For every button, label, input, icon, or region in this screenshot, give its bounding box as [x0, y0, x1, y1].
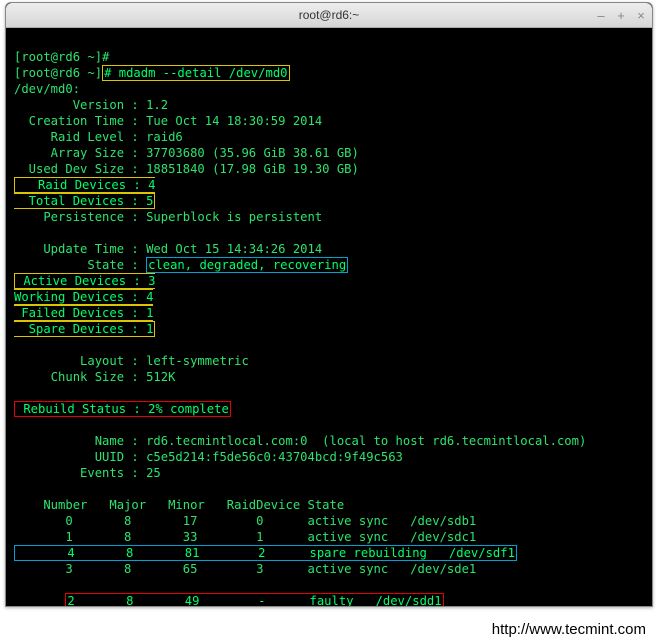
output-line: UUID : c5e5d214:f5de56c0:43704bcd:9f49c5…: [14, 450, 403, 464]
output-line: Persistence : Superblock is persistent: [14, 210, 322, 224]
output-line: Used Dev Size : 18851840 (17.98 GiB 19.3…: [14, 162, 359, 176]
output-line: Working Devices : 4: [14, 290, 153, 304]
output-line: State :: [14, 258, 146, 272]
output-line: Active Devices : 3: [16, 274, 155, 288]
output-line: Layout : left-symmetric: [14, 354, 249, 368]
table-row: 1 8 33 1 active sync /dev/sdc1: [14, 530, 476, 544]
output-line: Creation Time : Tue Oct 14 18:30:59 2014: [14, 114, 322, 128]
output-line: Update Time : Wed Oct 15 14:34:26 2014: [14, 242, 322, 256]
command-box: # mdadm --detail /dev/md0: [102, 65, 289, 81]
titlebar: root@rd6:~ – + ×: [6, 3, 652, 28]
output-line: Raid Devices : 4: [16, 178, 155, 192]
devices-count-box: Active Devices : 3 Working Devices : 4 F…: [14, 273, 155, 337]
output-line: Raid Level : raid6: [14, 130, 183, 144]
output-line: /dev/md0:: [14, 82, 80, 96]
output-line: Chunk Size : 512K: [14, 370, 175, 384]
prompt-line: [root@rd6 ~]#: [14, 50, 109, 64]
faulty-box: 2 8 49 - faulty /dev/sdd1: [65, 593, 443, 606]
terminal-window: root@rd6:~ – + × [root@rd6 ~]# [root@rd6…: [5, 2, 653, 607]
close-button[interactable]: ×: [634, 8, 648, 23]
output-line: Events : 25: [14, 466, 161, 480]
row-pad: [14, 594, 65, 606]
output-line: Failed Devices : 1: [14, 306, 153, 320]
window-title: root@rd6:~: [299, 8, 360, 22]
table-row: 4 8 81 2 spare rebuilding /dev/sdf1: [16, 546, 515, 560]
prompt-line: [root@rd6 ~]: [14, 66, 102, 80]
table-header: Number Major Minor RaidDevice State: [14, 498, 344, 512]
raid-devices-box: Raid Devices : 4 Total Devices : 5: [14, 177, 155, 209]
window-controls: – + ×: [594, 8, 648, 23]
terminal-body[interactable]: [root@rd6 ~]# [root@rd6 ~]# mdadm --deta…: [6, 28, 652, 606]
rebuild-box: Rebuild Status : 2% complete: [14, 401, 231, 417]
state-box: clean, degraded, recovering: [146, 257, 348, 273]
spare-rebuilding-box: 4 8 81 2 spare rebuilding /dev/sdf1: [14, 545, 517, 561]
minimize-button[interactable]: –: [594, 8, 608, 23]
table-row: 0 8 17 0 active sync /dev/sdb1: [14, 514, 476, 528]
table-row: 3 8 65 3 active sync /dev/sde1: [14, 562, 476, 576]
output-line: Array Size : 37703680 (35.96 GiB 38.61 G…: [14, 146, 359, 160]
output-line: Version : 1.2: [14, 98, 168, 112]
output-line: Name : rd6.tecmintlocal.com:0 (local to …: [14, 434, 586, 448]
output-line: Spare Devices : 1: [14, 322, 153, 336]
watermark: http://www.tecmint.com: [492, 621, 646, 638]
maximize-button[interactable]: +: [614, 8, 628, 23]
output-line: Total Devices : 5: [14, 194, 153, 208]
